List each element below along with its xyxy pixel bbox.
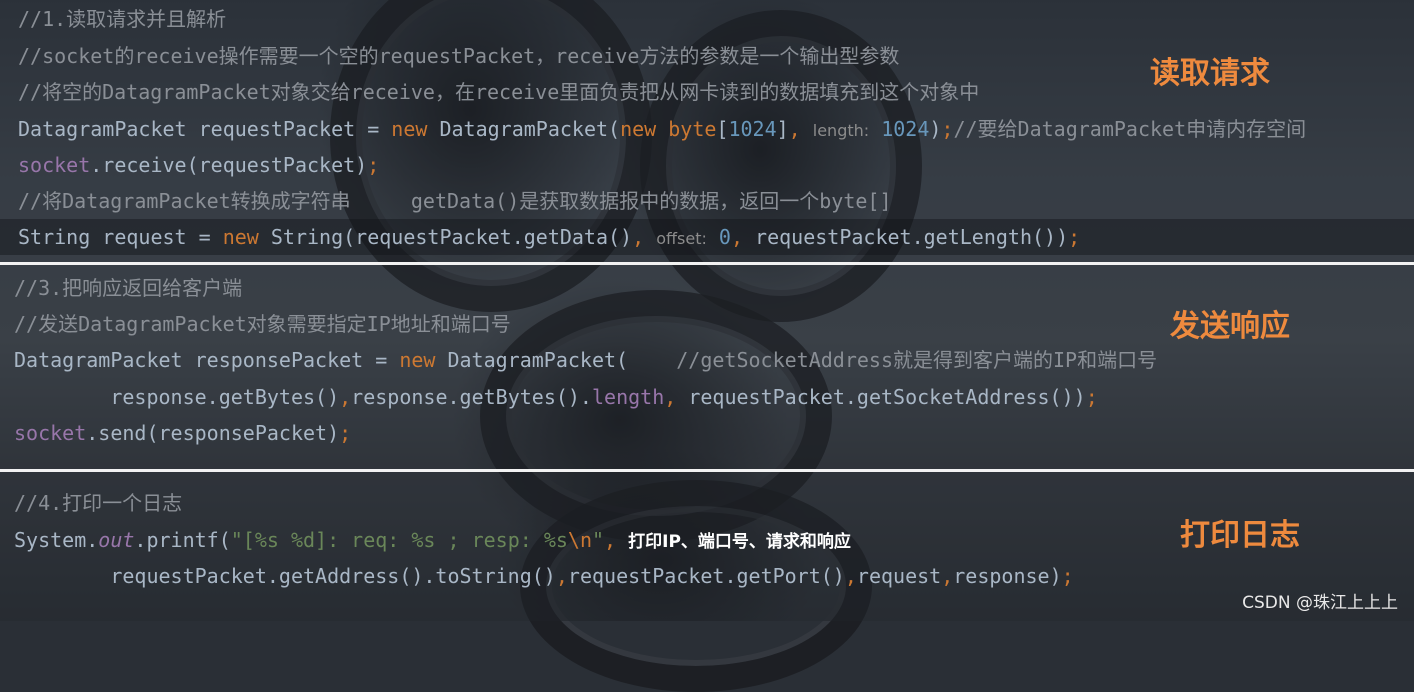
code-token: requestPacket.getLength()) (755, 225, 1069, 249)
section-title-print-log: 打印日志 (1180, 518, 1300, 553)
code-token: DatagramPacket( (427, 117, 621, 141)
code-token: .send(responsePacket) (86, 421, 340, 445)
parameter-hint: length: (812, 121, 870, 140)
escape-token: \n (567, 528, 592, 552)
code-token: String(requestPacket.getData() (258, 225, 633, 249)
watermark: CSDN @珠江上上上 (1242, 593, 1398, 613)
print-log-panel: //4.打印一个日志 System.out.printf("[%s %d]: r… (0, 472, 1414, 621)
code-token: [ (716, 117, 729, 141)
code-token: DatagramPacket( (435, 348, 629, 372)
string-token: "[%s %d]: req: %s ; resp: %s (230, 528, 568, 552)
field-token: socket (14, 421, 87, 445)
code-token: requestPacket.getAddress().toString() (110, 564, 556, 588)
code-token: request (856, 564, 942, 588)
punctuation-token: , (941, 564, 954, 588)
code-comment-line[interactable]: //socket的receive操作需要一个空的requestPacket，re… (18, 38, 899, 74)
code-comment-line[interactable]: //1.读取请求并且解析 (18, 1, 226, 37)
field-token: out (98, 528, 135, 552)
field-token: socket (18, 153, 91, 177)
code-line-send[interactable]: socket.send(responsePacket); (14, 415, 351, 451)
code-token: response.getBytes(). (351, 385, 592, 409)
code-token: DatagramPacket responsePacket = (14, 348, 400, 372)
punctuation-token: , (632, 225, 657, 249)
parameter-hint: offset: (656, 229, 707, 248)
send-response-panel: //3.把响应返回给客户端 //发送DatagramPacket对象需要指定IP… (0, 265, 1414, 469)
section-title-read-request: 读取请求 (1150, 56, 1270, 91)
punctuation-token: ; (1061, 564, 1074, 588)
punctuation-token: ; (941, 117, 954, 141)
code-line-response-packet[interactable]: DatagramPacket responsePacket = new Data… (14, 342, 1157, 378)
keyword-token: byte (668, 117, 717, 141)
code-line-response-args[interactable]: response.getBytes(),response.getBytes().… (14, 379, 1098, 415)
code-line-string-request[interactable]: String request = new String(requestPacke… (18, 219, 1080, 257)
code-comment: //getSocketAddress就是得到客户端的IP和端口号 (676, 348, 1158, 372)
keyword-token: new (222, 225, 259, 249)
annotation-note: 打印IP、端口号、请求和响应 (628, 532, 851, 552)
punctuation-token: , (664, 385, 689, 409)
keyword-token: new (399, 348, 436, 372)
code-token: requestPacket.getPort() (567, 564, 845, 588)
punctuation-token: ; (1068, 225, 1081, 249)
read-request-panel: //1.读取请求并且解析 //socket的receive操作需要一个空的req… (0, 0, 1414, 262)
string-token: " (592, 528, 605, 552)
code-token: .receive(requestPacket) (90, 153, 368, 177)
code-comment-line[interactable]: //发送DatagramPacket对象需要指定IP地址和端口号 (14, 306, 511, 342)
keyword-token: new (620, 117, 657, 141)
keyword-token: new (391, 117, 428, 141)
punctuation-token: , (555, 564, 568, 588)
punctuation-token: , (788, 117, 813, 141)
code-token: requestPacket.getSocketAddress()) (688, 385, 1086, 409)
code-comment-line[interactable]: //将DatagramPacket转换成字符串 getData()是获取数据报中… (18, 183, 892, 219)
field-token: length (591, 385, 665, 409)
code-line-printf-args[interactable]: requestPacket.getAddress().toString(),re… (14, 558, 1074, 594)
code-token: .printf( (134, 528, 231, 552)
number-token: 0 (718, 225, 731, 249)
punctuation-token: , (844, 564, 857, 588)
punctuation-token: , (339, 385, 352, 409)
code-token: System. (14, 528, 99, 552)
code-line-receive[interactable]: socket.receive(requestPacket); (18, 147, 379, 183)
code-token: response) (953, 564, 1062, 588)
code-comment: //将DatagramPacket转换成字符串 (18, 189, 351, 213)
number-token: 1024 (881, 117, 930, 141)
code-line-request-packet[interactable]: DatagramPacket requestPacket = new Datag… (18, 111, 1306, 149)
code-token: response.getBytes() (110, 385, 340, 409)
code-comment-line[interactable]: //4.打印一个日志 (14, 485, 182, 521)
punctuation-token: ; (1085, 385, 1098, 409)
code-comment-line[interactable]: //3.把响应返回给客户端 (14, 270, 242, 306)
code-token: ) (929, 117, 942, 141)
number-token: 1024 (728, 117, 777, 141)
code-token: ] (776, 117, 789, 141)
punctuation-token: ; (339, 421, 352, 445)
code-comment: getData()是获取数据报中的数据，返回一个byte[] (410, 189, 892, 213)
punctuation-token: ; (367, 153, 380, 177)
code-comment: //要给DatagramPacket申请内存空间 (953, 117, 1307, 141)
code-token: DatagramPacket requestPacket = (18, 117, 392, 141)
punctuation-token: , (730, 225, 756, 249)
punctuation-token: , (604, 528, 629, 552)
section-title-send-response: 发送响应 (1170, 309, 1290, 344)
code-line-printf[interactable]: System.out.printf("[%s %d]: req: %s ; re… (14, 522, 851, 560)
code-comment-line[interactable]: //将空的DatagramPacket对象交给receive，在receive里… (18, 74, 979, 110)
code-token: String request = (18, 225, 223, 249)
